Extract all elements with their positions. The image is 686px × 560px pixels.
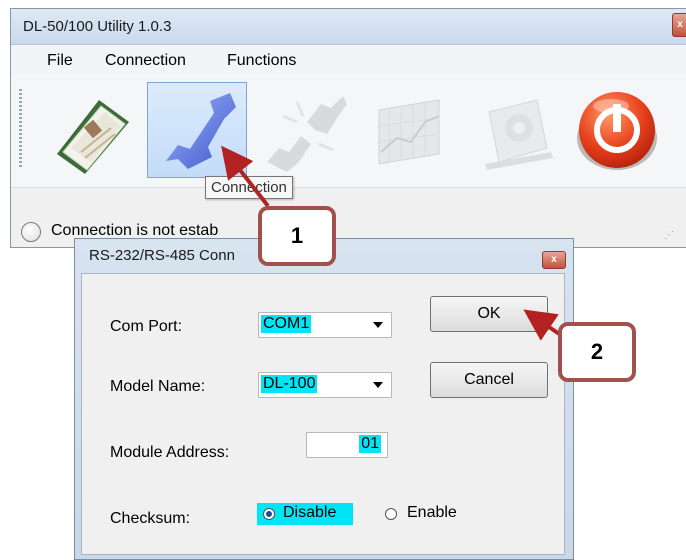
annotation-arrows xyxy=(221,145,570,342)
callout-step-1: 1 xyxy=(258,206,336,266)
arrow-to-connection xyxy=(221,145,270,208)
callout-step-2: 2 xyxy=(558,322,636,382)
